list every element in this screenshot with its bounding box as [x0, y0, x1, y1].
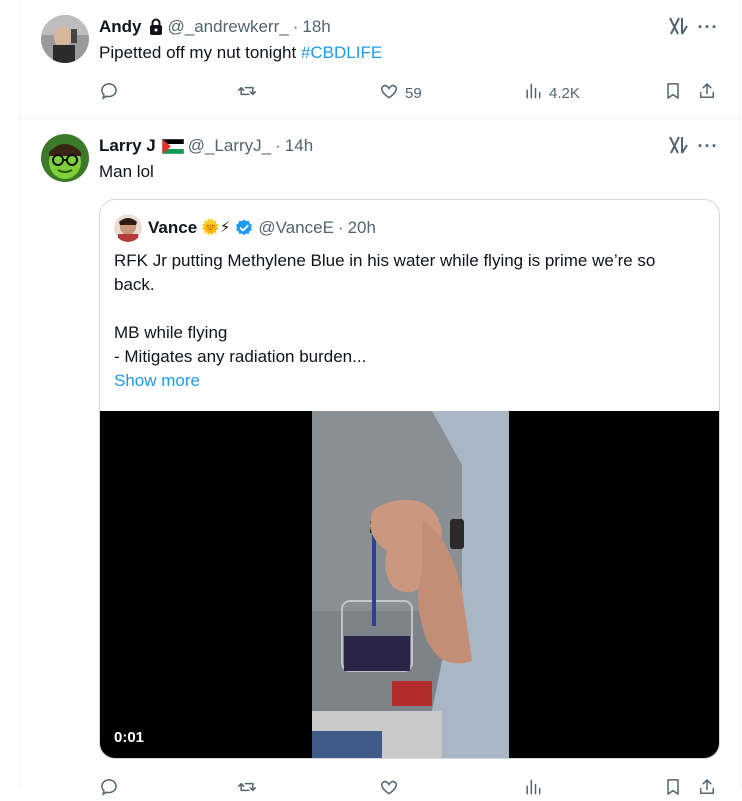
views-button[interactable] [523, 777, 543, 801]
reply-icon [99, 777, 119, 801]
display-name[interactable]: Vance [148, 218, 197, 238]
grok-icon[interactable] [667, 134, 689, 156]
share-icon [697, 81, 717, 105]
views-icon [523, 777, 543, 801]
display-name[interactable]: Larry J [99, 136, 156, 156]
views-count: 4.2K [549, 84, 580, 102]
avatar-vance[interactable] [114, 214, 142, 242]
display-name[interactable]: Andy [99, 17, 142, 37]
timestamp[interactable]: 14h [285, 136, 313, 156]
action-bar: 59 4.2K [99, 81, 719, 105]
separator-dot: · [337, 218, 344, 237]
share-button[interactable] [697, 777, 717, 801]
more-icon[interactable]: ··· [697, 135, 719, 157]
tweet-text: Man lol [99, 162, 154, 181]
verified-icon [234, 218, 254, 238]
quote-text-line: MB while flying [114, 323, 228, 342]
like-button[interactable]: 59 [379, 81, 422, 105]
repost-button[interactable] [237, 81, 263, 105]
like-icon [379, 81, 399, 105]
like-button[interactable] [379, 777, 399, 801]
like-icon [379, 777, 399, 801]
lock-icon [148, 18, 164, 36]
repost-button[interactable] [237, 777, 257, 801]
quoted-tweet[interactable]: Vance 🌞⚡ @VanceE · 20h RFK Jr putting Me… [99, 199, 720, 759]
quote-text-line: - Mitigates any radiation burden... [114, 347, 367, 366]
more-icon[interactable]: ··· [697, 16, 719, 38]
flag-icon [161, 138, 184, 154]
reply-button[interactable] [99, 777, 119, 801]
tweet-andy[interactable]: Andy @_andrewkerr_ · 18h Pipetted off my… [20, 0, 740, 119]
quote-text-line: back. [114, 275, 155, 294]
views-button[interactable]: 4.2K [523, 81, 580, 105]
reply-button[interactable] [99, 81, 125, 105]
handle[interactable]: @_LarryJ_ [188, 136, 271, 156]
tweet-larry[interactable]: Larry J @_LarryJ_ · 14h Man lol ··· Vanc… [20, 119, 740, 796]
tweet-header: Larry J @_LarryJ_ · 14h [99, 136, 313, 156]
reply-icon [99, 81, 119, 105]
avatar-andy[interactable] [41, 15, 89, 63]
repost-icon [237, 777, 257, 801]
hashtag-link[interactable]: #CBDLIFE [301, 43, 382, 62]
views-icon [523, 81, 543, 105]
video-frame [312, 411, 509, 758]
separator-dot: · [292, 17, 299, 36]
tweet-header: Andy @_andrewkerr_ · 18h [99, 17, 331, 37]
timestamp[interactable]: 20h [348, 218, 376, 238]
timestamp[interactable]: 18h [302, 17, 330, 37]
separator-dot: · [275, 136, 281, 155]
tweet-text: Pipetted off my nut tonight #CBDLIFE [99, 42, 382, 64]
bookmark-icon [663, 777, 683, 801]
handle[interactable]: @_andrewkerr_ [168, 17, 289, 37]
share-button[interactable] [697, 81, 717, 105]
avatar-larry[interactable] [41, 134, 89, 182]
grok-icon[interactable] [667, 15, 689, 37]
bookmark-icon [663, 81, 683, 105]
show-more-link[interactable]: Show more [114, 369, 200, 393]
video-player[interactable]: 0:01 [100, 411, 719, 758]
badge-emojis: 🌞⚡ [201, 219, 231, 236]
bookmark-button[interactable] [663, 81, 683, 105]
bookmark-button[interactable] [663, 777, 683, 801]
quote-text-line: RFK Jr putting Methylene Blue in his wat… [114, 251, 656, 270]
share-icon [697, 777, 717, 801]
repost-icon [237, 81, 257, 105]
action-bar [99, 777, 719, 801]
tweet-body: Pipetted off my nut tonight [99, 43, 301, 62]
quote-header: Vance 🌞⚡ @VanceE · 20h [148, 218, 376, 238]
like-count: 59 [405, 84, 422, 102]
handle[interactable]: @VanceE [258, 218, 334, 238]
video-timestamp: 0:01 [114, 729, 145, 746]
